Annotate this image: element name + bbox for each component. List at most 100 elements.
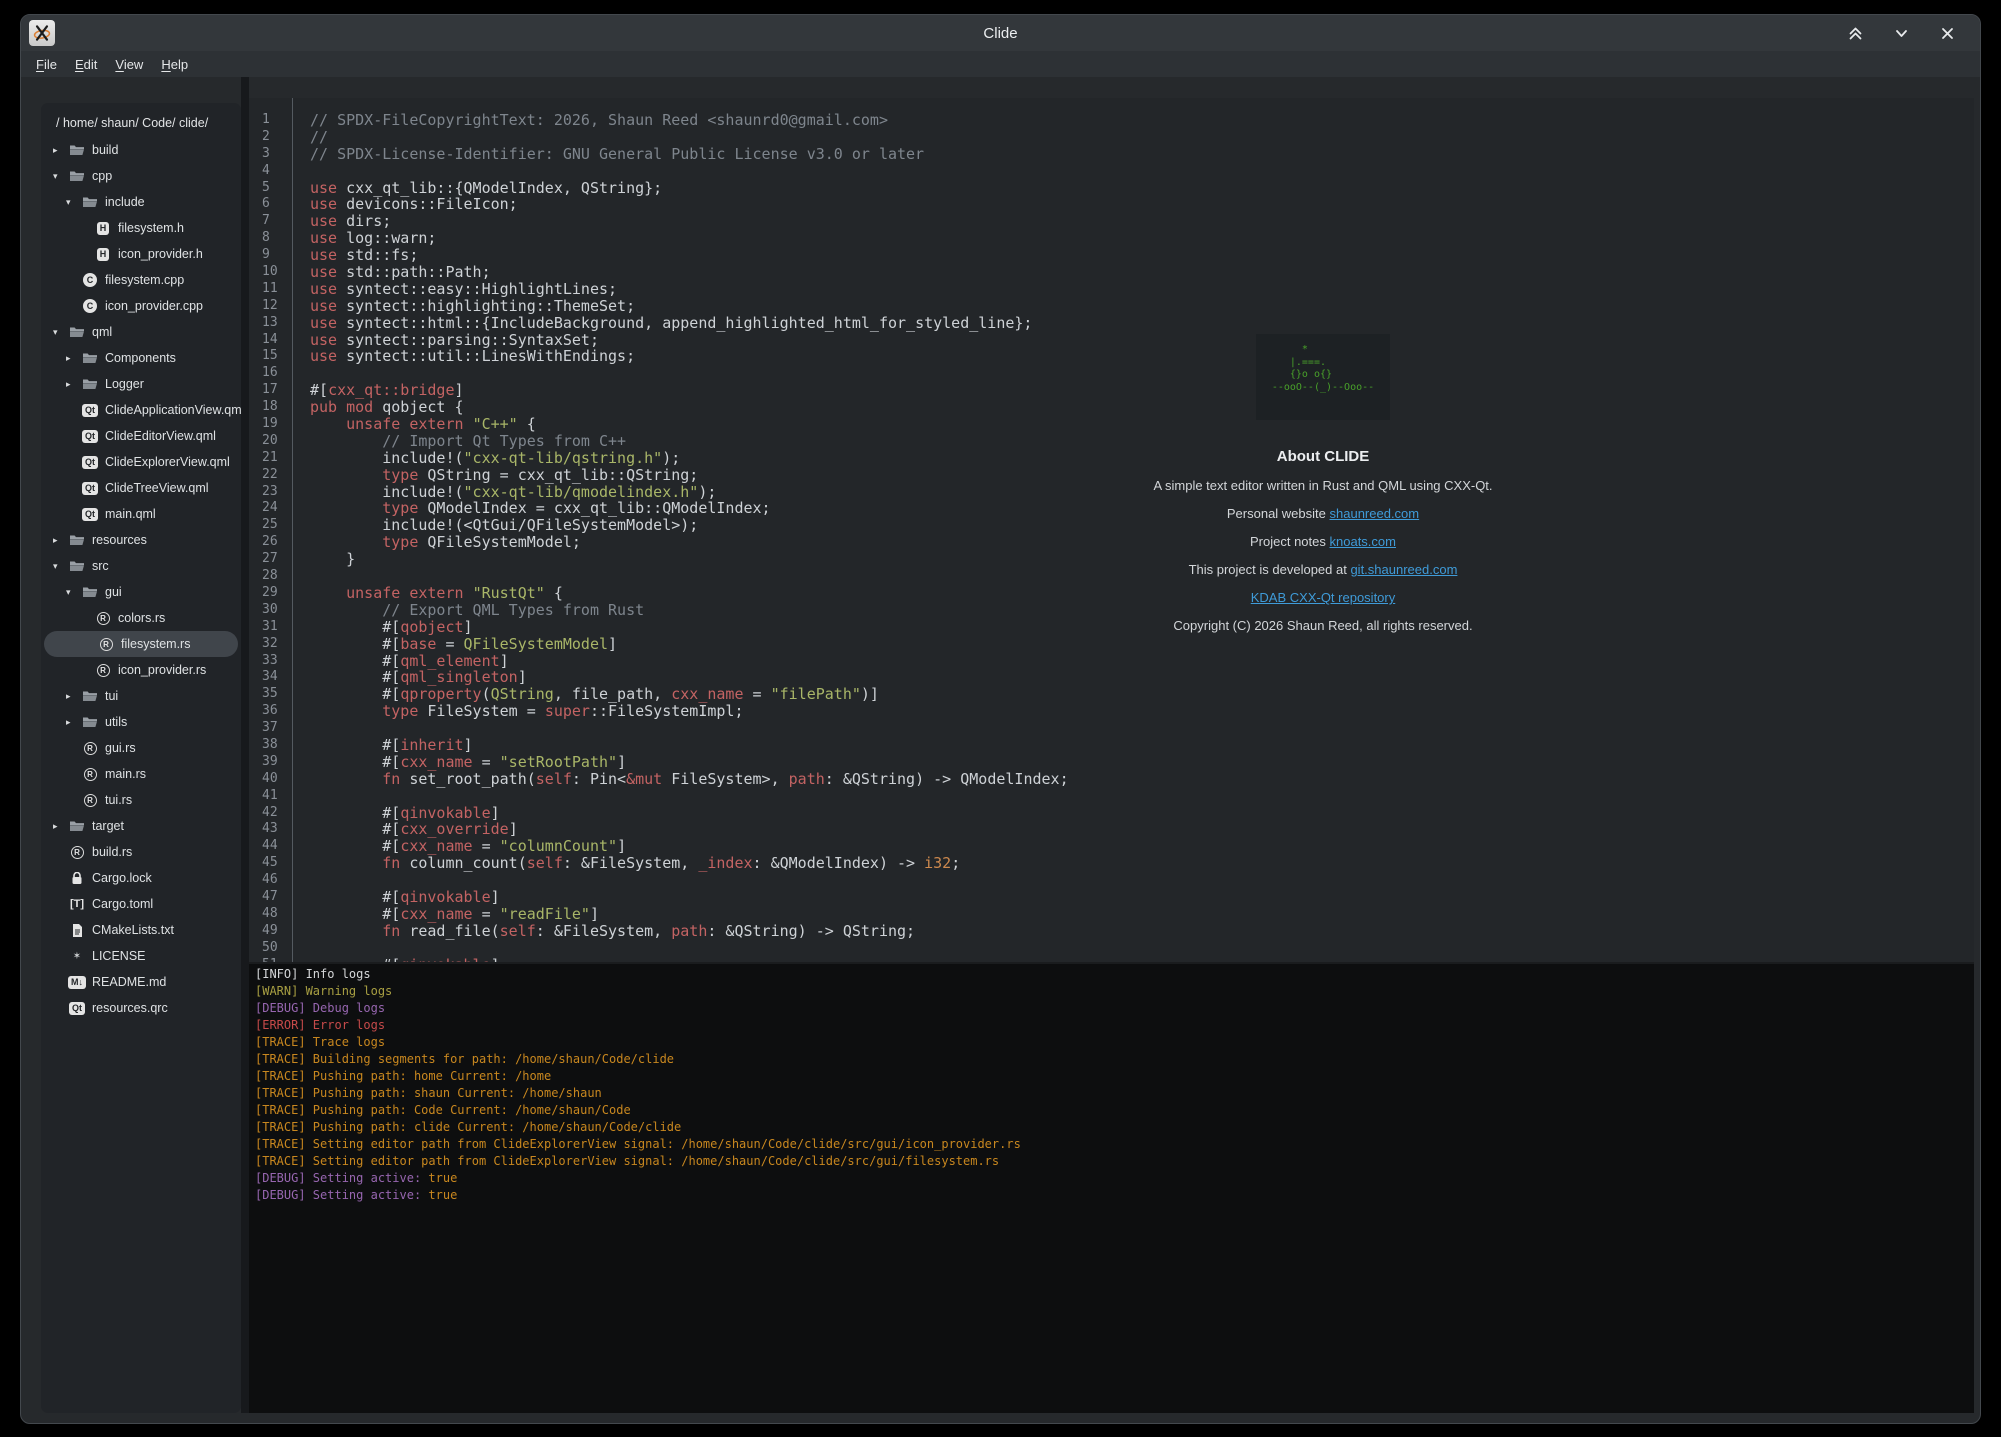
code-line: fn read_file(self: &FileSystem, path: &Q… xyxy=(310,923,1974,940)
minimize-button[interactable] xyxy=(1892,24,1910,42)
tree-item-filesystem-rs[interactable]: Rfilesystem.rs xyxy=(44,631,238,657)
tree-item-resources[interactable]: ▸resources xyxy=(41,527,241,553)
chevron-expanded-icon[interactable]: ▾ xyxy=(66,587,81,598)
tree-item-label: colors.rs xyxy=(118,611,165,625)
menu-view[interactable]: View xyxy=(106,55,152,74)
knoats-link[interactable]: knoats.com xyxy=(1330,534,1396,549)
x11-logo-icon xyxy=(32,23,52,43)
tree-item-main-rs[interactable]: Rmain.rs xyxy=(41,761,241,787)
line-number: 32 xyxy=(262,636,292,653)
tree-item-icon-provider-cpp[interactable]: Cicon_provider.cpp xyxy=(41,293,241,319)
tree-item-qml[interactable]: ▾qml xyxy=(41,319,241,345)
line-number-gutter: 1234567891011121314151617181920212223242… xyxy=(249,98,293,962)
tree-item-utils[interactable]: ▸utils xyxy=(41,709,241,735)
menu-edit[interactable]: Edit xyxy=(66,55,106,74)
chevron-collapsed-icon[interactable]: ▸ xyxy=(66,717,81,728)
lock-icon xyxy=(68,872,86,885)
menu-file[interactable]: File xyxy=(27,55,66,74)
tree-item-colors-rs[interactable]: Rcolors.rs xyxy=(41,605,241,631)
tree-item-clidetreeview-qml[interactable]: QtClideTreeView.qml xyxy=(41,475,241,501)
line-number: 29 xyxy=(262,585,292,602)
chevron-expanded-icon[interactable]: ▾ xyxy=(53,171,68,182)
tree-item-label: build.rs xyxy=(92,845,132,859)
chevron-collapsed-icon[interactable]: ▸ xyxy=(53,145,68,156)
line-number: 9 xyxy=(262,247,292,264)
tree-item-src[interactable]: ▾src xyxy=(41,553,241,579)
tree-item-tui-rs[interactable]: Rtui.rs xyxy=(41,787,241,813)
ascii-art-logo: * |.===. {}o o{} --ooO--(_)--Ooo-- xyxy=(1256,334,1390,420)
code-line: #[cxx_name = "readFile"] xyxy=(310,906,1974,923)
chevron-collapsed-icon[interactable]: ▸ xyxy=(66,691,81,702)
tree-item-logger[interactable]: ▸ Logger xyxy=(41,371,241,397)
code-line: use cxx_qt_lib::{QModelIndex, QString}; xyxy=(310,180,1974,197)
kdab-cxx-qt-link[interactable]: KDAB CXX-Qt repository xyxy=(1251,590,1396,605)
chevron-expanded-icon[interactable]: ▾ xyxy=(66,197,81,208)
close-button[interactable] xyxy=(1938,24,1956,42)
tree-item-clideeditorview-qml[interactable]: QtClideEditorView.qml xyxy=(41,423,241,449)
rust-file-icon: R xyxy=(94,612,112,625)
header-file-icon: H xyxy=(94,222,112,235)
qt-file-icon: Qt xyxy=(81,430,99,443)
tree-item-filesystem-h[interactable]: Hfilesystem.h xyxy=(41,215,241,241)
editor-pane[interactable]: 1234567891011121314151617181920212223242… xyxy=(249,98,1974,962)
content: / home/ shaun/ Code/ clide/ ▸build▾cpp▾i… xyxy=(41,77,1974,1413)
code-line: #[qinvokable] xyxy=(310,805,1974,822)
line-number: 43 xyxy=(262,821,292,838)
git-shaunreed-link[interactable]: git.shaunreed.com xyxy=(1350,562,1457,577)
tree-item-clideapplicationview-qml[interactable]: QtClideApplicationView.qml xyxy=(41,397,241,423)
code-line: #[qproperty(QString, file_path, cxx_name… xyxy=(310,686,1974,703)
tree-item-filesystem-cpp[interactable]: Cfilesystem.cpp xyxy=(41,267,241,293)
menu-help[interactable]: Help xyxy=(152,55,197,74)
folder-icon xyxy=(81,716,99,728)
chevron-expanded-icon[interactable]: ▾ xyxy=(53,561,68,572)
folder-icon xyxy=(69,326,85,338)
qt-badge: Qt xyxy=(82,508,98,521)
code-line: use syntect::html::{IncludeBackground, a… xyxy=(310,315,1974,332)
chevron-expanded-icon[interactable]: ▾ xyxy=(53,327,68,338)
tree-item-main-qml[interactable]: Qtmain.qml xyxy=(41,501,241,527)
tree-item-icon-provider-h[interactable]: Hicon_provider.h xyxy=(41,241,241,267)
tree-item-label: tui xyxy=(105,689,118,703)
tree-item-build-rs[interactable]: Rbuild.rs xyxy=(41,839,241,865)
folder-icon xyxy=(81,690,99,702)
tree-item-components[interactable]: ▸Components xyxy=(41,345,241,371)
tree-item-include[interactable]: ▾include xyxy=(41,189,241,215)
line-number: 30 xyxy=(262,602,292,619)
toml-badge: [T] xyxy=(70,898,84,910)
tree-item-tui[interactable]: ▸ tui xyxy=(41,683,241,709)
chevron-collapsed-icon[interactable]: ▸ xyxy=(53,535,68,546)
tree-item-resources-qrc[interactable]: Qtresources.qrc xyxy=(41,995,241,1021)
chevron-collapsed-icon[interactable]: ▸ xyxy=(53,821,68,832)
panel-splitter[interactable] xyxy=(241,77,249,1413)
tree-item-icon-provider-rs[interactable]: Ricon_provider.rs xyxy=(41,657,241,683)
markdown-file-icon: M↓ xyxy=(68,976,86,989)
rust-badge: R xyxy=(84,742,97,755)
tree-item-cargo-toml[interactable]: [T]Cargo.toml xyxy=(41,891,241,917)
folder-icon xyxy=(82,352,98,364)
tree-item-readme-md[interactable]: M↓README.md xyxy=(41,969,241,995)
shaunreed-link[interactable]: shaunreed.com xyxy=(1330,506,1420,521)
tree-item-clideexplorerview-qml[interactable]: QtClideExplorerView.qml xyxy=(41,449,241,475)
tree-item-build[interactable]: ▸build xyxy=(41,137,241,163)
tree-item-target[interactable]: ▸target xyxy=(41,813,241,839)
rollup-button[interactable] xyxy=(1846,24,1864,42)
tree-item-cmakelists-txt[interactable]: CMakeLists.txt xyxy=(41,917,241,943)
folder-icon xyxy=(82,378,98,390)
tree-item-gui[interactable]: ▾gui xyxy=(41,579,241,605)
qt-badge: Qt xyxy=(82,482,98,495)
folder-icon xyxy=(81,196,99,208)
tree-item-label: Logger xyxy=(105,377,144,391)
tree-item-gui-rs[interactable]: Rgui.rs xyxy=(41,735,241,761)
code-line: fn set_root_path(self: Pin<&mut FileSyst… xyxy=(310,771,1974,788)
tree-item-cpp[interactable]: ▾cpp xyxy=(41,163,241,189)
line-number: 49 xyxy=(262,923,292,940)
tree-item-label: icon_provider.h xyxy=(118,247,203,261)
tree-item-cargo-lock[interactable]: Cargo.lock xyxy=(41,865,241,891)
tree-item-license[interactable]: ✶LICENSE xyxy=(41,943,241,969)
chevron-collapsed-icon[interactable]: ▸ xyxy=(66,379,81,390)
rust-file-icon: R xyxy=(94,664,112,677)
chevron-collapsed-icon[interactable]: ▸ xyxy=(66,353,81,364)
rust-badge: R xyxy=(97,612,110,625)
log-line: [TRACE] Pushing path: clide Current: /ho… xyxy=(255,1119,1974,1136)
code-line: // SPDX-FileCopyrightText: 2026, Shaun R… xyxy=(310,112,1974,129)
